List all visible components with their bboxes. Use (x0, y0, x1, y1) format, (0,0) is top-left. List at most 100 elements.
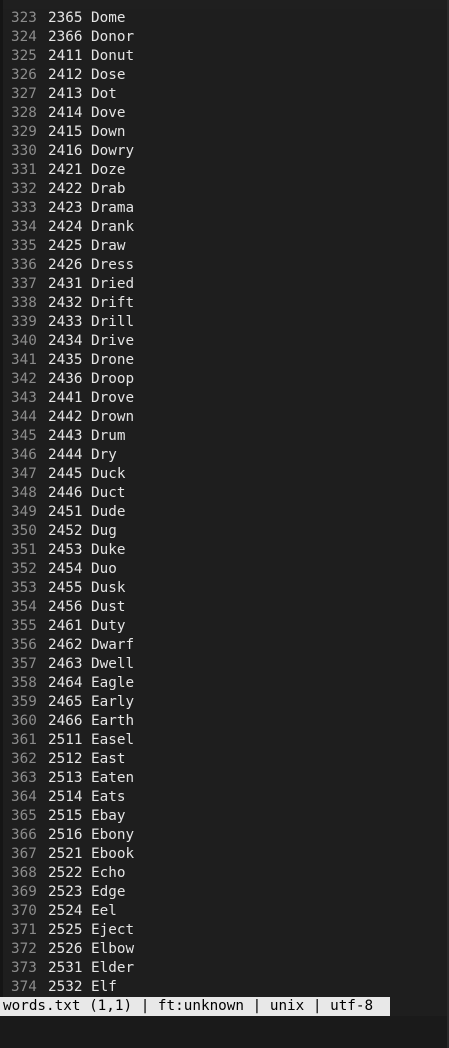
buffer-line[interactable]: 333 2423 Drama (0, 199, 447, 218)
buffer-line[interactable]: 350 2452 Dug (0, 522, 447, 541)
buffer-line[interactable]: 354 2456 Dust (0, 598, 447, 617)
buffer-line[interactable]: 349 2451 Dude (0, 503, 447, 522)
buffer-line[interactable]: 344 2442 Drown (0, 408, 447, 427)
buffer-line[interactable]: 364 2514 Eats (0, 788, 447, 807)
line-text: 2523 Edge (48, 884, 126, 900)
line-number: 353 (11, 580, 37, 596)
line-number: 347 (11, 466, 37, 482)
line-number: 333 (11, 200, 37, 216)
line-number: 335 (11, 238, 37, 254)
line-number: 359 (11, 694, 37, 710)
buffer-line[interactable]: 336 2426 Dress (0, 256, 447, 275)
line-text: 2456 Dust (48, 599, 126, 615)
line-text: 2464 Eagle (48, 675, 135, 691)
buffer-line[interactable]: 353 2455 Dusk (0, 579, 447, 598)
line-number: 348 (11, 485, 37, 501)
buffer-line[interactable]: 325 2411 Donut (0, 47, 447, 66)
buffer-line[interactable]: 366 2516 Ebony (0, 826, 447, 845)
line-number: 362 (11, 751, 37, 767)
line-text: 2424 Drank (48, 219, 135, 235)
line-text: 2511 Easel (48, 732, 135, 748)
window-left-edge (0, 0, 3, 1048)
buffer-line[interactable]: 328 2414 Dove (0, 104, 447, 123)
line-text: 2454 Duo (48, 561, 117, 577)
buffer-line[interactable]: 337 2431 Dried (0, 275, 447, 294)
line-number: 370 (11, 903, 37, 919)
line-number: 339 (11, 314, 37, 330)
line-number: 357 (11, 656, 37, 672)
buffer-line[interactable]: 360 2466 Earth (0, 712, 447, 731)
buffer-line[interactable]: 338 2432 Drift (0, 294, 447, 313)
buffer-line[interactable]: 358 2464 Eagle (0, 674, 447, 693)
line-text: 2516 Ebony (48, 827, 135, 843)
buffer-line[interactable]: 327 2413 Dot (0, 85, 447, 104)
line-number: 363 (11, 770, 37, 786)
line-text: 2532 Elf (48, 979, 117, 995)
buffer-line[interactable]: 371 2525 Eject (0, 921, 447, 940)
buffer-line[interactable]: 357 2463 Dwell (0, 655, 447, 674)
buffer-line[interactable]: 361 2511 Easel (0, 731, 447, 750)
line-text: 2446 Duct (48, 485, 126, 501)
buffer-line[interactable]: 355 2461 Duty (0, 617, 447, 636)
line-text: 2412 Dose (48, 67, 126, 83)
line-number: 341 (11, 352, 37, 368)
line-text: 2461 Duty (48, 618, 126, 634)
line-number: 368 (11, 865, 37, 881)
line-number: 366 (11, 827, 37, 843)
buffer-line[interactable]: 356 2462 Dwarf (0, 636, 447, 655)
buffer-line[interactable]: 352 2454 Duo (0, 560, 447, 579)
buffer-line[interactable]: 324 2366 Donor (0, 28, 447, 47)
line-text: 2453 Duke (48, 542, 126, 558)
line-number: 349 (11, 504, 37, 520)
buffer-line[interactable]: 363 2513 Eaten (0, 769, 447, 788)
buffer-line[interactable]: 345 2443 Drum (0, 427, 447, 446)
buffer-line[interactable]: 365 2515 Ebay (0, 807, 447, 826)
buffer-line[interactable]: 339 2433 Drill (0, 313, 447, 332)
line-text: 2436 Droop (48, 371, 135, 387)
line-number: 338 (11, 295, 37, 311)
line-text: 2463 Dwell (48, 656, 135, 672)
buffer-line[interactable]: 369 2523 Edge (0, 883, 447, 902)
line-number: 342 (11, 371, 37, 387)
buffer-line[interactable]: 347 2445 Duck (0, 465, 447, 484)
buffer-line[interactable]: 342 2436 Droop (0, 370, 447, 389)
buffer-line[interactable]: 332 2422 Drab (0, 180, 447, 199)
buffer-line[interactable]: 330 2416 Dowry (0, 142, 447, 161)
line-text: 2514 Eats (48, 789, 126, 805)
line-text: 2466 Earth (48, 713, 135, 729)
buffer-line[interactable]: 368 2522 Echo (0, 864, 447, 883)
line-number: 326 (11, 67, 37, 83)
line-text: 2435 Drone (48, 352, 135, 368)
buffer-line[interactable]: 326 2412 Dose (0, 66, 447, 85)
buffer-line[interactable]: 329 2415 Down (0, 123, 447, 142)
text-buffer[interactable]: 323 2365 Dome 324 2366 Donor 325 2411 Donut 32… (0, 9, 447, 997)
buffer-line[interactable]: 341 2435 Drone (0, 351, 447, 370)
line-number: 340 (11, 333, 37, 349)
buffer-line[interactable]: 359 2465 Early (0, 693, 447, 712)
buffer-line[interactable]: 372 2526 Elbow (0, 940, 447, 959)
buffer-line[interactable]: 373 2531 Elder (0, 959, 447, 978)
buffer-line[interactable]: 335 2425 Draw (0, 237, 447, 256)
line-text: 2414 Dove (48, 105, 126, 121)
buffer-line[interactable]: 334 2424 Drank (0, 218, 447, 237)
buffer-line[interactable]: 367 2521 Ebook (0, 845, 447, 864)
buffer-line[interactable]: 340 2434 Drive (0, 332, 447, 351)
buffer-line[interactable]: 374 2532 Elf (0, 978, 447, 997)
buffer-line[interactable]: 346 2444 Dry (0, 446, 447, 465)
line-number: 345 (11, 428, 37, 444)
line-text: 2465 Early (48, 694, 135, 710)
line-number: 354 (11, 599, 37, 615)
buffer-line[interactable]: 362 2512 East (0, 750, 447, 769)
buffer-line[interactable]: 348 2446 Duct (0, 484, 447, 503)
line-number: 358 (11, 675, 37, 691)
line-text: 2513 Eaten (48, 770, 135, 786)
buffer-line[interactable]: 370 2524 Eel (0, 902, 447, 921)
command-line[interactable] (0, 1016, 447, 1048)
buffer-line[interactable]: 343 2441 Drove (0, 389, 447, 408)
buffer-line[interactable]: 351 2453 Duke (0, 541, 447, 560)
line-text: 2444 Dry (48, 447, 117, 463)
buffer-line[interactable]: 323 2365 Dome (0, 9, 447, 28)
line-text: 2455 Dusk (48, 580, 126, 596)
buffer-line[interactable]: 331 2421 Doze (0, 161, 447, 180)
line-text: 2445 Duck (48, 466, 126, 482)
